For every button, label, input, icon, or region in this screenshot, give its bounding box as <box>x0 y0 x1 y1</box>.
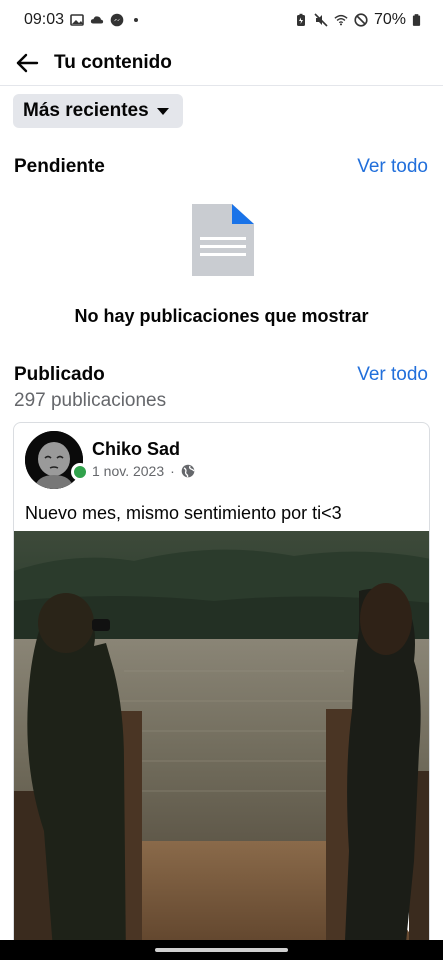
pending-see-all-link[interactable]: Ver todo <box>357 156 428 178</box>
battery-percent: 70% <box>373 11 406 28</box>
home-gesture-handle[interactable] <box>155 948 288 952</box>
post-author-name[interactable]: Chiko Sad <box>92 439 180 460</box>
battery-saver-icon <box>296 13 305 26</box>
status-bar: 09:03 70% <box>0 0 443 40</box>
cloud-icon <box>90 16 104 24</box>
published-section-title: Publicado <box>14 364 105 385</box>
system-navigation-bar <box>0 940 443 960</box>
online-status-badge <box>71 463 89 481</box>
page-title: Tu contenido <box>54 51 172 73</box>
notification-dot-icon <box>134 18 139 22</box>
status-right: 70% <box>294 11 421 29</box>
published-see-all-link[interactable]: Ver todo <box>357 364 428 386</box>
gallery-icon <box>70 14 84 26</box>
top-app-bar: Tu contenido <box>0 40 443 86</box>
post-card[interactable]: Chiko Sad 1 nov. 2023 · Nuevo mes, mismo… <box>13 422 430 960</box>
post-date[interactable]: 1 nov. 2023 <box>92 463 164 479</box>
caret-down-icon <box>156 107 169 115</box>
globe-icon <box>181 464 195 478</box>
post-meta: 1 nov. 2023 · <box>92 463 195 479</box>
arrow-left-icon <box>16 53 39 72</box>
pending-section-title: Pendiente <box>14 156 105 177</box>
avatar[interactable] <box>25 431 83 489</box>
empty-state-message: No hay publicaciones que mostrar <box>74 306 369 326</box>
sort-filter-dropdown[interactable]: Más recientes <box>13 94 183 128</box>
avatar-image <box>25 431 83 489</box>
do-not-disturb-icon <box>354 13 368 27</box>
back-button[interactable] <box>14 50 40 76</box>
empty-document-icon <box>192 204 254 276</box>
status-left: 09:03 <box>24 11 139 29</box>
messenger-icon <box>110 13 124 27</box>
battery-icon <box>412 14 421 26</box>
post-photo[interactable] <box>14 531 430 960</box>
mute-icon <box>314 13 328 27</box>
sort-filter-label: Más recientes <box>23 100 149 121</box>
status-time: 09:03 <box>24 11 65 28</box>
wifi-icon <box>334 14 348 26</box>
published-count: 297 publicaciones <box>14 390 167 411</box>
post-caption: Nuevo mes, mismo sentimiento por ti<3 <box>25 503 342 523</box>
meta-separator: · <box>170 463 175 479</box>
